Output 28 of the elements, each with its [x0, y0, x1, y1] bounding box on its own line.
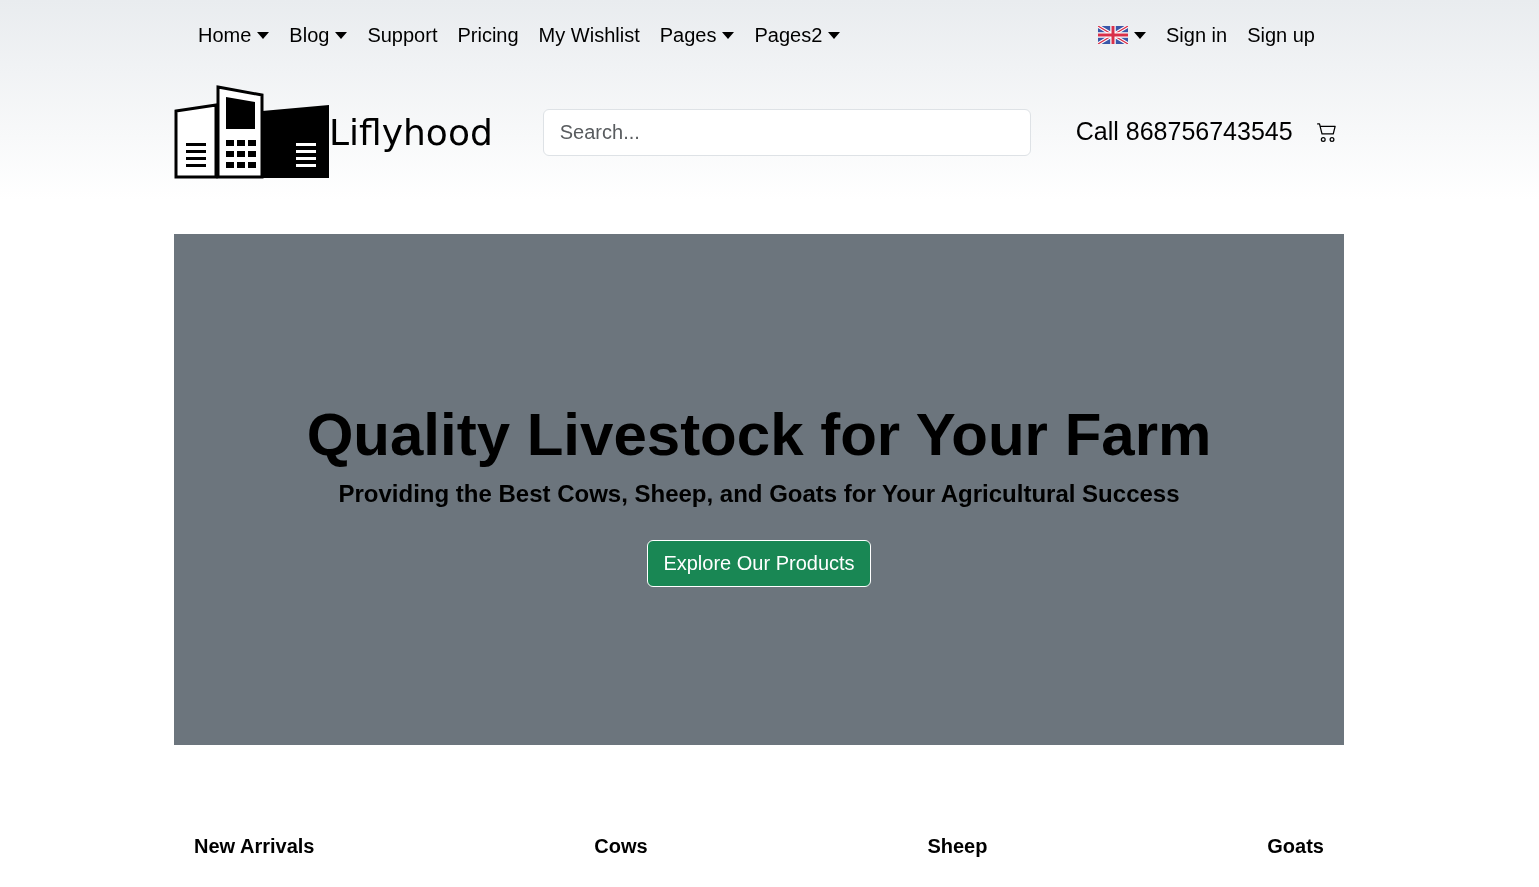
caret-icon	[828, 31, 841, 39]
caret-icon	[257, 31, 270, 39]
brand-name: Liflyhood	[329, 115, 493, 151]
search-field[interactable]: Search...	[542, 108, 1031, 156]
nav-link[interactable]: My Wishlist	[534, 20, 644, 50]
nav-link[interactable]: Home	[194, 20, 274, 50]
category-link[interactable]: Sheep	[927, 831, 988, 861]
category-link[interactable]: New Arrivals	[194, 831, 315, 861]
category-link[interactable]: Cows	[594, 831, 648, 861]
auth-link[interactable]: Sign in	[1166, 20, 1228, 50]
caret-icon	[1134, 31, 1146, 39]
nav-link[interactable]: Support	[363, 20, 442, 50]
language-button[interactable]	[1098, 26, 1146, 44]
caret-icon	[335, 31, 348, 39]
nav-link[interactable]: Blog	[285, 20, 352, 50]
explore-button[interactable]: Explore Our Products	[647, 539, 871, 587]
caret-icon	[722, 31, 735, 39]
hero-subtitle: Providing the Best Cows, Sheep, and Goats for Your Agricultural Success	[338, 478, 1180, 509]
nav-link[interactable]: Pages	[655, 20, 739, 50]
nav-link[interactable]: Pricing	[453, 20, 523, 50]
category-link[interactable]: Goats	[1267, 831, 1324, 861]
hero-title: Quality Livestock for Your Farm	[306, 399, 1212, 470]
auth-link[interactable]: Sign up	[1247, 20, 1315, 50]
cart-icon[interactable]	[1316, 122, 1337, 142]
flag-icon	[1098, 26, 1128, 44]
phone-number: Call 868756743545	[1075, 116, 1293, 148]
building-logo-icon	[174, 85, 330, 179]
nav-link[interactable]: Pages2	[750, 20, 845, 50]
